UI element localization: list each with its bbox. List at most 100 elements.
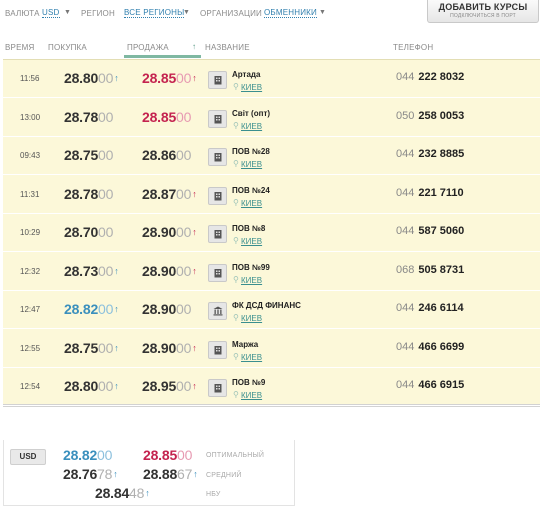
buy-rate-tail: 00 (98, 224, 114, 240)
row-org-name[interactable]: Маржа (232, 340, 258, 349)
table-header: ВРЕМЯ ПОКУПКА ПРОДАЖА ↑ НАЗВАНИЕ ТЕЛЕФОН (0, 38, 543, 58)
table-row[interactable]: 12:32 28.7300↑ 28.9000↑ ПОВ №99 ⚲ КИЕВ 068 505 … (3, 253, 540, 291)
column-header-time[interactable]: ВРЕМЯ (5, 43, 34, 52)
table-row[interactable]: 11:31 28.7800 28.8700↑ ПОВ №24 ⚲ КИЕВ 044 221 7… (3, 176, 540, 214)
currency-select[interactable]: USD (42, 8, 60, 18)
row-buy-rate: 28.8000↑ (64, 378, 119, 394)
table-row[interactable]: 12:54 28.8000↑ 28.9500↑ ПОВ №9 ⚲ КИЕВ 044 466 6… (3, 368, 540, 406)
office-icon (208, 340, 227, 359)
row-buy-rate: 28.7000 (64, 224, 114, 240)
row-org-name[interactable]: ПОВ №99 (232, 263, 270, 272)
summary-currency-button[interactable]: USD (10, 449, 46, 465)
row-buy-rate: 28.8200↑ (64, 301, 119, 317)
row-time: 12:55 (20, 343, 41, 353)
arrow-up-icon: ↑ (114, 265, 119, 276)
column-header-sell[interactable]: ПРОДАЖА (127, 43, 169, 52)
office-icon (208, 263, 227, 282)
office-icon (208, 109, 227, 128)
row-phone: 044 246 6114 (396, 302, 464, 314)
optimal-sell-tail: 00 (177, 447, 193, 463)
summary-box: USD 28.8200 28.8500 ОПТИМАЛЬНЫЙ 28.7678↑… (3, 440, 295, 506)
location-pin-icon: ⚲ (233, 390, 239, 399)
table-row[interactable]: 11:56 28.8000↑ 28.8500↑ Артада ⚲ КИЕВ 044 222 8… (3, 60, 540, 98)
chevron-down-icon[interactable]: ▼ (64, 9, 71, 16)
row-sell-rate: 28.9500↑ (142, 378, 197, 394)
sell-rate-main: 28.90 (142, 301, 177, 317)
row-org-name[interactable]: ПОВ №8 (232, 224, 265, 233)
buy-rate-main: 28.78 (64, 185, 99, 202)
region-select[interactable]: ВСЕ РЕГИОНЫ (124, 8, 185, 18)
row-org-name[interactable]: ПОВ №28 (232, 147, 270, 156)
row-phone: 044 587 5060 (396, 225, 464, 237)
buy-rate-main: 28.82 (64, 301, 99, 317)
buy-rate-main: 28.78 (64, 108, 99, 125)
row-phone: 050 258 0053 (396, 110, 464, 122)
sell-rate-main: 28.90 (142, 262, 177, 279)
table-row[interactable]: 12:55 28.7500↑ 28.9000↑ Маржа ⚲ КИЕВ 044 466 66… (3, 330, 540, 368)
row-city-link[interactable]: КИЕВ (241, 160, 262, 169)
row-org-name[interactable]: ПОВ №24 (232, 186, 270, 195)
row-city-link[interactable]: КИЕВ (241, 276, 262, 285)
location-pin-icon: ⚲ (233, 274, 239, 284)
phone-number: 466 6915 (418, 379, 465, 391)
sell-rate-tail: 00 (176, 262, 192, 279)
column-header-buy[interactable]: ПОКУПКА (48, 43, 87, 52)
row-buy-rate: 28.7800 (64, 186, 114, 202)
phone-code: 044 (396, 71, 415, 83)
column-header-sell-active[interactable]: ПРОДАЖА (124, 38, 201, 58)
table-row[interactable]: 12:47 28.8200↑ 28.9000 ФК ДСД ФИНАНС ⚲ КИЕВ 04… (3, 291, 540, 329)
row-phone: 044 466 6699 (396, 341, 464, 353)
add-rates-subtitle: ПОДКЛЮЧИТЬСЯ В ПОРТ (450, 13, 516, 19)
phone-code: 068 (396, 263, 415, 276)
row-city-link[interactable]: КИЕВ (241, 314, 262, 323)
column-header-name[interactable]: НАЗВАНИЕ (205, 43, 250, 52)
filter-bar: ВАЛЮТА USD ▼ РЕГИОН ВСЕ РЕГИОНЫ ▼ ОРГАНИ… (0, 0, 543, 28)
table-row[interactable]: 10:29 28.7000 28.9000↑ ПОВ №8 ⚲ КИЕВ 044 587 50… (3, 214, 540, 252)
buy-rate-tail: 00 (98, 185, 114, 202)
chevron-down-icon[interactable]: ▼ (319, 9, 326, 16)
row-city-link[interactable]: КИЕВ (241, 83, 262, 92)
phone-number: 222 8032 (418, 71, 465, 83)
average-buy-tail: 78 (97, 466, 113, 482)
buy-rate-tail: 00 (98, 70, 114, 86)
chevron-down-icon[interactable]: ▼ (183, 9, 190, 16)
sell-rate-main: 28.87 (142, 185, 177, 202)
location-pin-icon: ⚲ (233, 82, 239, 91)
row-city-link[interactable]: КИЕВ (241, 199, 262, 208)
add-rates-button[interactable]: ДОБАВИТЬ КУРСЫ ПОДКЛЮЧИТЬСЯ В ПОРТ (427, 0, 539, 23)
nbu-value: 28.8448↑ (95, 485, 150, 501)
row-city-link[interactable]: КИЕВ (241, 122, 262, 131)
table-row[interactable]: 09:43 28.7500 28.8600 ПОВ №28 ⚲ КИЕВ 044 232 88… (3, 137, 540, 175)
sell-rate-main: 28.85 (142, 108, 177, 125)
office-icon (208, 148, 227, 166)
row-org-name[interactable]: Світ (опт) (232, 109, 270, 118)
sell-rate-tail: 00 (176, 378, 192, 394)
optimal-buy-main: 28.82 (63, 447, 98, 463)
nbu-tail: 48 (129, 485, 145, 501)
office-icon (208, 71, 227, 89)
row-city-link[interactable]: КИЕВ (241, 237, 262, 246)
location-pin-icon: ⚲ (233, 236, 239, 245)
currency-label: ВАЛЮТА (5, 9, 40, 18)
optimal-sell-value: 28.8500 (143, 447, 192, 463)
phone-number: 232 8885 (418, 148, 465, 160)
buy-rate-tail: 00 (98, 301, 114, 317)
location-pin-icon: ⚲ (233, 159, 239, 168)
row-city-link[interactable]: КИЕВ (241, 353, 262, 362)
organizations-select[interactable]: ОБМЕННИКИ (264, 8, 317, 18)
sell-rate-tail: 00 (176, 70, 192, 86)
sort-up-arrow-icon[interactable]: ↑ (192, 42, 196, 51)
office-icon (208, 186, 227, 205)
table-row[interactable]: 13:00 28.7800 28.8500 Світ (опт) ⚲ КИЕВ 050 258… (3, 99, 540, 137)
buy-rate-tail: 00 (98, 262, 114, 279)
buy-rate-main: 28.73 (64, 262, 99, 279)
row-time: 12:32 (20, 266, 41, 276)
row-org-name[interactable]: Артада (232, 70, 260, 79)
row-org-name[interactable]: ПОВ №9 (232, 378, 265, 387)
row-org-name[interactable]: ФК ДСД ФИНАНС (232, 301, 301, 310)
row-city-link[interactable]: КИЕВ (241, 391, 262, 400)
row-time: 13:00 (20, 112, 41, 122)
sell-rate-tail: 00 (176, 301, 192, 317)
arrow-up-icon: ↑ (192, 342, 197, 353)
buy-rate-main: 28.75 (64, 147, 99, 163)
